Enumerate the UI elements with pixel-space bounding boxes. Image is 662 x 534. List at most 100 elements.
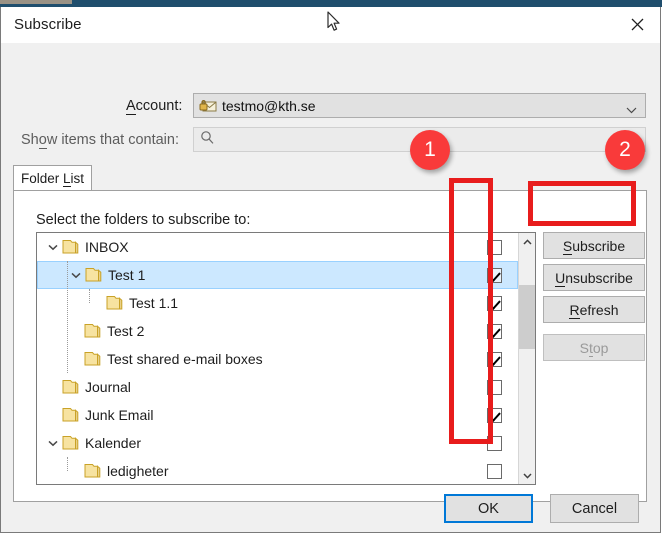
tree-guide-spacer — [89, 289, 105, 317]
account-label-text: ccount: — [136, 98, 183, 114]
subscribe-checkbox-cell[interactable] — [471, 261, 517, 289]
unsubscribe-button-label: Unsubscribe — [555, 270, 633, 286]
subscribe-checkbox-cell[interactable] — [471, 345, 517, 373]
account-value: testmo@kth.se — [222, 98, 316, 114]
subscribe-checkbox-cell[interactable] — [471, 317, 517, 345]
tree-guide-spacer — [67, 457, 83, 485]
folder-row[interactable]: Test shared e-mail boxes — [37, 345, 518, 373]
filter-label: Show items that contain: — [21, 132, 179, 148]
subscribe-checkbox-cell[interactable] — [471, 289, 517, 317]
search-icon — [200, 130, 215, 150]
subscribe-checkbox[interactable] — [487, 240, 502, 255]
tree-guide-spacer — [67, 317, 83, 345]
tree-guide-line — [67, 261, 69, 373]
folder-icon — [61, 407, 81, 423]
scrollbar-thumb[interactable] — [519, 285, 535, 349]
folder-icon — [61, 379, 81, 395]
secure-mail-icon — [199, 98, 217, 114]
folder-row[interactable]: ledigheter — [37, 457, 518, 485]
folder-icon — [61, 239, 81, 255]
subscription-checkbox-column — [471, 233, 517, 485]
dialog-titlebar: Subscribe — [1, 7, 660, 43]
ok-button-label: OK — [478, 501, 499, 517]
subscribe-button[interactable]: Subscribe — [543, 232, 645, 259]
dialog-body: Account: testmo@kth.se — [1, 43, 660, 532]
tree-guide-line — [89, 289, 91, 303]
scroll-down-button[interactable] — [519, 467, 536, 484]
subscribe-button-label: Subscribe — [563, 238, 625, 254]
account-dropdown[interactable]: testmo@kth.se — [193, 93, 646, 118]
subscribe-checkbox-cell[interactable] — [471, 429, 517, 457]
chevron-down-icon[interactable] — [45, 429, 61, 457]
folder-tree-scrollbar[interactable] — [518, 233, 535, 484]
folder-row[interactable]: Test 1.1 — [37, 289, 518, 317]
refresh-button-label: Refresh — [569, 302, 618, 318]
folder-name: Test 1.1 — [129, 295, 178, 311]
folder-row[interactable]: Journal — [37, 373, 518, 401]
folder-row[interactable]: Test 1 — [37, 261, 518, 289]
tree-guide-line — [67, 457, 69, 471]
subscribe-checkbox[interactable] — [487, 380, 502, 395]
subscribe-checkbox[interactable] — [487, 408, 502, 423]
refresh-button[interactable]: Refresh — [543, 296, 645, 323]
subscribe-dialog: Subscribe Account: — [0, 7, 661, 533]
folder-row[interactable]: Junk Email — [37, 401, 518, 429]
folder-name: Test 2 — [107, 323, 144, 339]
annotation-badge-1: 1 — [410, 130, 450, 170]
folder-row[interactable]: Kalender — [37, 429, 518, 457]
tree-guide-spacer — [67, 345, 83, 373]
subscribe-checkbox[interactable] — [487, 464, 502, 479]
tab-folder-list[interactable]: Folder List — [13, 165, 92, 191]
annotation-badge-2: 2 — [605, 130, 645, 170]
folder-icon — [84, 267, 104, 283]
chevron-down-icon — [626, 101, 637, 119]
folder-list-panel: Select the folders to subscribe to: INBO… — [13, 190, 647, 502]
subscribe-checkbox[interactable] — [487, 324, 502, 339]
subscribe-checkbox[interactable] — [487, 268, 502, 283]
cancel-button[interactable]: Cancel — [550, 494, 639, 523]
chevron-down-icon[interactable] — [45, 233, 61, 261]
folder-name: Junk Email — [85, 407, 153, 423]
folder-name: ledigheter — [107, 463, 169, 479]
close-button[interactable] — [614, 7, 660, 42]
folder-tree-rows: INBOX Test 1 Test 1.1 Test 2 Test shared e-m… — [37, 233, 518, 485]
folder-row[interactable]: Test 2 — [37, 317, 518, 345]
folder-icon — [105, 295, 125, 311]
chevron-down-icon[interactable] — [68, 262, 84, 288]
chevron-down-icon — [523, 473, 532, 479]
folder-name: INBOX — [85, 239, 129, 255]
subscribe-checkbox-cell[interactable] — [471, 457, 517, 485]
subscribe-checkbox[interactable] — [487, 352, 502, 367]
dialog-title: Subscribe — [14, 16, 82, 33]
tree-guide-spacer — [45, 401, 61, 429]
folder-name: Kalender — [85, 435, 141, 451]
panel-instruction: Select the folders to subscribe to: — [36, 212, 250, 228]
folder-icon — [83, 463, 103, 479]
screenshot-root: Subscribe Account: — [0, 0, 662, 534]
folder-name: Test shared e-mail boxes — [107, 351, 263, 367]
tree-guide-spacer — [45, 373, 61, 401]
folder-icon — [83, 351, 103, 367]
scroll-up-button[interactable] — [519, 233, 536, 250]
folder-name: Test 1 — [108, 267, 145, 283]
subscribe-checkbox-cell[interactable] — [471, 373, 517, 401]
close-icon — [631, 18, 644, 31]
unsubscribe-button[interactable]: Unsubscribe — [543, 264, 645, 291]
tab-folder-list-label: Folder List — [21, 171, 84, 186]
stop-button: Stop — [543, 334, 645, 361]
subscribe-checkbox-cell[interactable] — [471, 401, 517, 429]
folder-icon — [61, 435, 81, 451]
folder-row[interactable]: INBOX — [37, 233, 518, 261]
background-window-strip — [0, 0, 662, 7]
subscribe-checkbox[interactable] — [487, 296, 502, 311]
chevron-up-icon — [523, 239, 532, 245]
folder-icon — [83, 323, 103, 339]
background-window-strip-left — [0, 0, 72, 4]
account-label: Account: — [126, 98, 182, 114]
cancel-button-label: Cancel — [572, 501, 617, 517]
subscribe-checkbox[interactable] — [487, 436, 502, 451]
ok-button[interactable]: OK — [444, 494, 533, 523]
folder-tree[interactable]: INBOX Test 1 Test 1.1 Test 2 Test shared e-m… — [36, 232, 536, 485]
folder-name: Journal — [85, 379, 131, 395]
subscribe-checkbox-cell[interactable] — [471, 233, 517, 261]
